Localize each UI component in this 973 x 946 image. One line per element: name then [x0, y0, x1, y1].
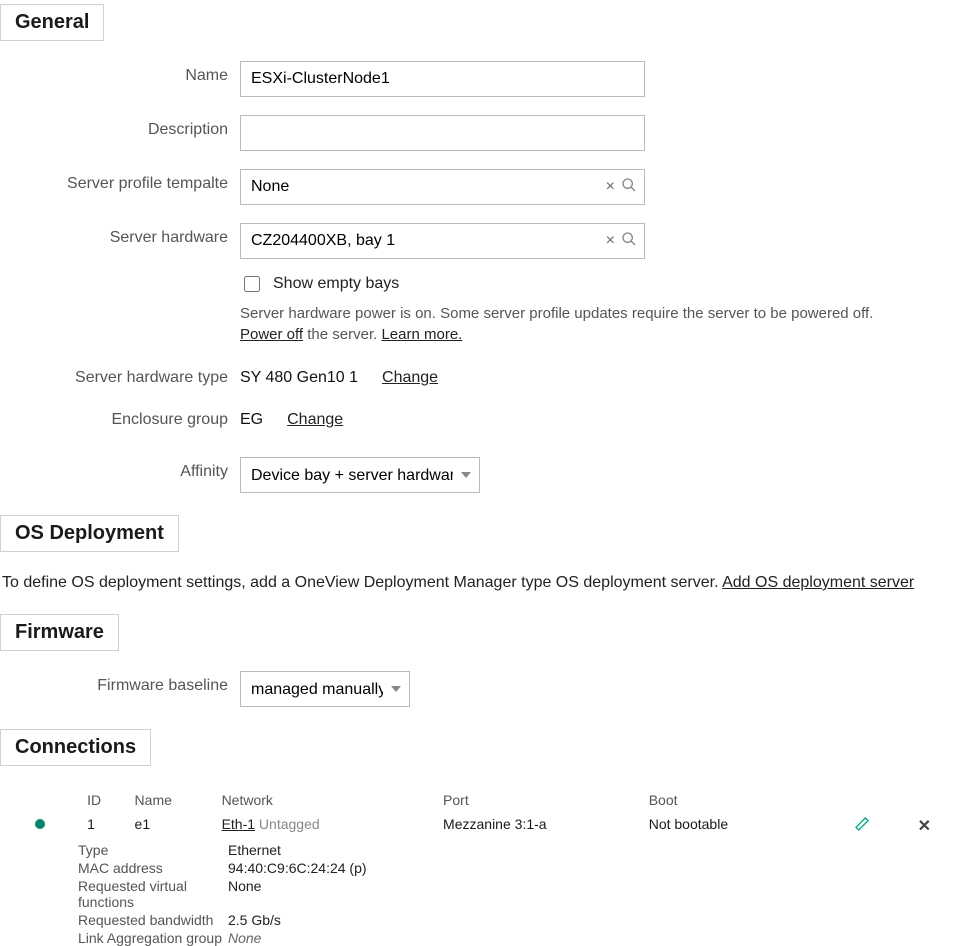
template-label: Server profile tempalte — [0, 169, 240, 193]
affinity-select[interactable]: Device bay + server hardware — [240, 457, 480, 493]
delete-icon[interactable]: ✕ — [918, 818, 931, 835]
show-empty-bays-checkbox[interactable] — [244, 276, 260, 292]
detail-type-label: Type — [78, 842, 228, 858]
description-input[interactable] — [240, 115, 645, 151]
conn-network-tag: Untagged — [259, 816, 320, 832]
encgroup-label: Enclosure group — [0, 405, 240, 429]
col-id: ID — [79, 788, 126, 812]
add-os-deployment-link[interactable]: Add OS deployment server — [722, 574, 914, 591]
conn-name: e1 — [127, 812, 214, 840]
connection-row: 1 e1 Eth-1 Untagged Mezzanine 3:1-a Not … — [0, 812, 973, 840]
detail-lag-value: None — [228, 930, 428, 946]
col-network: Network — [214, 788, 435, 812]
detail-mac-value: 94:40:C9:6C:24:24 (p) — [228, 860, 428, 876]
template-combo[interactable] — [240, 169, 645, 205]
encgroup-change-link[interactable]: Change — [287, 411, 343, 429]
hwtype-label: Server hardware type — [0, 363, 240, 387]
detail-lag-label: Link Aggregation group — [78, 930, 228, 946]
fwbaseline-label: Firmware baseline — [0, 671, 240, 695]
section-general-header: General — [0, 4, 104, 41]
section-os-header: OS Deployment — [0, 515, 179, 552]
connections-table: ID Name Network Port Boot 1 e1 Eth-1 Unt… — [0, 788, 973, 840]
detail-mac-label: MAC address — [78, 860, 228, 876]
detail-bw-label: Requested bandwidth — [78, 912, 228, 928]
learn-more-link[interactable]: Learn more. — [381, 326, 462, 343]
col-boot: Boot — [641, 788, 847, 812]
conn-port: Mezzanine 3:1-a — [435, 812, 641, 840]
affinity-label: Affinity — [0, 457, 240, 481]
power-off-link[interactable]: Power off — [240, 326, 303, 343]
encgroup-value: EG — [240, 411, 263, 429]
hwtype-change-link[interactable]: Change — [382, 369, 438, 387]
fwbaseline-select[interactable]: managed manually — [240, 671, 410, 707]
col-name: Name — [127, 788, 214, 812]
connection-details: Type Ethernet MAC address 94:40:C9:6C:24… — [78, 842, 973, 946]
conn-boot: Not bootable — [641, 812, 847, 840]
status-dot-icon — [35, 819, 45, 829]
show-empty-bays-label: Show empty bays — [273, 275, 399, 293]
col-port: Port — [435, 788, 641, 812]
os-deployment-text: To define OS deployment settings, add a … — [2, 574, 973, 592]
power-hint: Server hardware power is on. Some server… — [240, 303, 900, 345]
clear-icon[interactable]: × — [606, 178, 615, 196]
detail-type-value: Ethernet — [228, 842, 428, 858]
name-label: Name — [0, 61, 240, 85]
search-icon[interactable] — [621, 177, 637, 198]
name-input[interactable] — [240, 61, 645, 97]
detail-bw-value: 2.5 Gb/s — [228, 912, 428, 928]
hardware-label: Server hardware — [0, 223, 240, 247]
detail-vf-label: Requested virtual functions — [78, 878, 228, 910]
hardware-combo[interactable] — [240, 223, 645, 259]
search-icon[interactable] — [621, 231, 637, 252]
conn-network-link[interactable]: Eth-1 — [222, 816, 255, 832]
conn-id: 1 — [79, 812, 126, 840]
hwtype-value: SY 480 Gen10 1 — [240, 369, 358, 387]
section-firmware-header: Firmware — [0, 614, 119, 651]
description-label: Description — [0, 115, 240, 139]
clear-icon[interactable]: × — [606, 232, 615, 250]
section-connections-header: Connections — [0, 729, 151, 766]
detail-vf-value: None — [228, 878, 428, 910]
edit-icon[interactable] — [854, 819, 870, 835]
